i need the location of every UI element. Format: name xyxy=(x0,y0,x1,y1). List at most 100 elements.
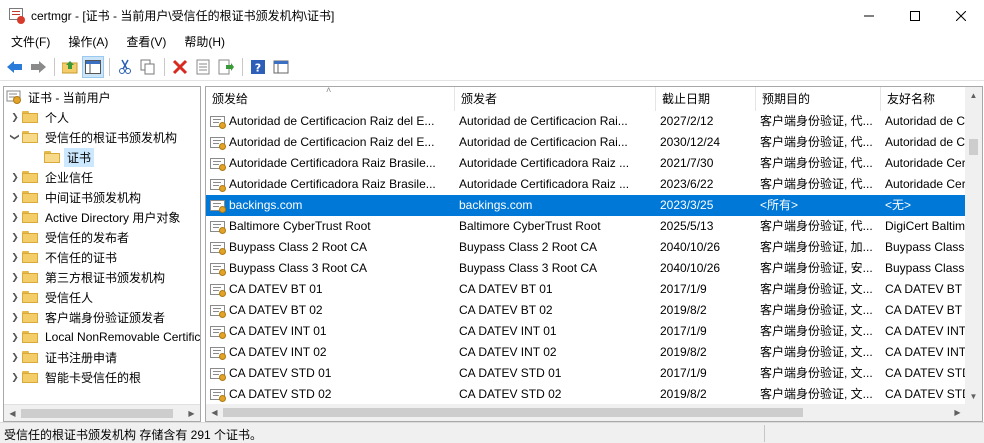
table-cell: Autoridad de Certificacion Raiz del E... xyxy=(206,132,455,153)
table-row[interactable]: Baltimore CyberTrust Root Baltimore Cyber… xyxy=(206,216,966,237)
show-hide-tree-button[interactable] xyxy=(82,56,104,78)
tree-item-trusted-publishers[interactable]: ❯ 受信任的发布者 xyxy=(8,227,132,247)
table-cell: backings.com xyxy=(459,198,533,212)
tree-horizontal-scrollbar[interactable]: ◀ ▶ xyxy=(4,404,200,421)
tree-item-trusted-people[interactable]: ❯ 受信任人 xyxy=(8,287,96,307)
column-issued-by[interactable]: 颁发者 xyxy=(455,87,656,111)
toolbar-separator xyxy=(54,58,55,76)
copy-button[interactable] xyxy=(137,56,159,78)
table-row[interactable]: CA DATEV INT 01 CA DATEV INT 01 2017/1/9 客户… xyxy=(206,321,966,342)
minimize-icon xyxy=(864,15,874,16)
tree-item-personal[interactable]: ❯ 个人 xyxy=(8,107,72,127)
menu-file[interactable]: 文件(F) xyxy=(2,31,59,54)
table-row[interactable]: backings.com backings.com 2023/3/25 <所有> <无> xyxy=(206,195,966,216)
scroll-up-icon[interactable]: ▲ xyxy=(965,87,982,104)
table-row[interactable]: CA DATEV BT 02 CA DATEV BT 02 2019/8/2 客户端身… xyxy=(206,300,966,321)
table-cell: 2040/10/26 xyxy=(660,240,721,254)
table-cell: 客户端身份验证, 代... xyxy=(760,114,873,128)
table-row[interactable]: Buypass Class 3 Root CA Buypass Class 3 R… xyxy=(206,258,966,279)
table-cell: Autoridade Certi xyxy=(885,156,966,170)
scroll-left-icon[interactable]: ◀ xyxy=(4,405,21,421)
chevron-right-icon[interactable]: ❯ xyxy=(8,207,22,227)
table-cell: CA DATEV STD 02 xyxy=(459,387,562,401)
table-cell: 2017/1/9 xyxy=(660,324,707,338)
tree-root[interactable]: 证书 - 当前用户 xyxy=(6,87,114,107)
scroll-thumb[interactable] xyxy=(21,409,173,418)
scroll-down-icon[interactable]: ▼ xyxy=(965,388,982,405)
maximize-icon xyxy=(910,10,920,21)
tree-item-intermediate-ca[interactable]: ❯ 中间证书颁发机构 xyxy=(8,187,144,207)
menu-help[interactable]: 帮助(H) xyxy=(175,31,234,54)
tree-item-label: 证书注册申请 xyxy=(45,350,118,365)
chevron-right-icon[interactable]: ❯ xyxy=(8,367,22,387)
back-button[interactable] xyxy=(4,56,26,78)
tree-item-enterprise-trust[interactable]: ❯ 企业信任 xyxy=(8,167,96,187)
chevron-right-icon[interactable]: ❯ xyxy=(8,267,22,287)
cell-text: Buypass Class 2 Root CA xyxy=(229,240,368,254)
chevron-right-icon[interactable]: ❯ xyxy=(8,247,22,267)
tree-item-enrollment-requests[interactable]: ❯ 证书注册申请 xyxy=(8,347,120,367)
tree-item-label: 受信任人 xyxy=(45,290,94,305)
scroll-thumb[interactable] xyxy=(969,139,978,155)
tree-item-smart-card-root[interactable]: ❯ 智能卡受信任的根 xyxy=(8,367,144,387)
table-row[interactable]: Buypass Class 2 Root CA Buypass Class 2 R… xyxy=(206,237,966,258)
table-row[interactable]: Autoridade Certificadora Raiz Brasile...… xyxy=(206,174,966,195)
table-cell: Autoridade Certificadora Raiz Brasile... xyxy=(206,174,455,195)
column-friendly-name[interactable]: 友好名称 xyxy=(881,87,966,111)
chevron-right-icon[interactable]: ❯ xyxy=(8,187,22,207)
menu-view[interactable]: 查看(V) xyxy=(117,31,175,54)
tree-item-trusted-root[interactable]: ❯ 受信任的根证书颁发机构 xyxy=(8,127,180,147)
tree-item-local-nonremovable[interactable]: ❯ Local NonRemovable Certificates xyxy=(8,327,200,347)
maximize-button[interactable] xyxy=(892,0,938,31)
chevron-right-icon[interactable]: ❯ xyxy=(8,227,22,247)
chevron-right-icon[interactable]: ❯ xyxy=(8,167,22,187)
chevron-right-icon[interactable]: ❯ xyxy=(8,347,22,367)
scroll-left-icon[interactable]: ◀ xyxy=(206,404,223,421)
help-button[interactable]: ? xyxy=(247,56,269,78)
column-issued-to[interactable]: ˄ 颁发给 xyxy=(206,87,455,111)
chevron-right-icon[interactable]: ❯ xyxy=(8,327,22,347)
tree-item-active-directory[interactable]: ❯ Active Directory 用户对象 xyxy=(8,207,183,227)
up-level-button[interactable] xyxy=(59,56,81,78)
close-button[interactable] xyxy=(938,0,984,31)
tree-item-untrusted[interactable]: ❯ 不信任的证书 xyxy=(8,247,120,267)
column-expiration[interactable]: 截止日期 xyxy=(656,87,756,111)
window-title: certmgr - [证书 - 当前用户\受信任的根证书颁发机构\证书] xyxy=(31,9,335,23)
show-hide-tree-icon xyxy=(85,60,101,74)
export-list-button[interactable] xyxy=(215,56,237,78)
tree-item-certificates[interactable]: 证书 xyxy=(44,147,95,167)
table-cell: Autoridade Certi xyxy=(885,177,966,191)
delete-button[interactable] xyxy=(169,56,191,78)
up-folder-icon xyxy=(62,61,78,74)
list-vertical-scrollbar[interactable]: ▲ ▼ xyxy=(965,87,982,405)
table-row[interactable]: CA DATEV STD 02 CA DATEV STD 02 2019/8/2 客户… xyxy=(206,384,966,405)
tree-item-third-party-root[interactable]: ❯ 第三方根证书颁发机构 xyxy=(8,267,168,287)
table-cell: 2023/6/22 xyxy=(660,177,714,191)
table-row[interactable]: CA DATEV INT 02 CA DATEV INT 02 2019/8/2 客户… xyxy=(206,342,966,363)
list-horizontal-scrollbar[interactable]: ◀ ▶ xyxy=(206,404,966,421)
table-row[interactable]: Autoridad de Certificacion Raiz del E...… xyxy=(206,132,966,153)
cut-button[interactable] xyxy=(114,56,136,78)
forward-button[interactable] xyxy=(27,56,49,78)
menu-action[interactable]: 操作(A) xyxy=(59,31,117,54)
table-row[interactable]: Autoridad de Certificacion Raiz del E...… xyxy=(206,111,966,132)
chevron-right-icon[interactable]: ❯ xyxy=(8,287,22,307)
console-button[interactable] xyxy=(270,56,292,78)
table-row[interactable]: Autoridade Certificadora Raiz Brasile...… xyxy=(206,153,966,174)
scroll-right-icon[interactable]: ▶ xyxy=(949,404,966,421)
minimize-button[interactable] xyxy=(846,0,892,31)
chevron-right-icon[interactable]: ❯ xyxy=(8,307,22,327)
chevron-right-icon[interactable]: ❯ xyxy=(8,107,22,127)
cell-text: Autoridade Certificadora Raiz Brasile... xyxy=(229,177,436,191)
scroll-right-icon[interactable]: ▶ xyxy=(183,405,200,421)
table-row[interactable]: CA DATEV STD 01 CA DATEV STD 01 2017/1/9 客户… xyxy=(206,363,966,384)
tree-item-label: 证书 xyxy=(64,147,95,167)
tree-item-client-auth-issuers[interactable]: ❯ 客户端身份验证颁发者 xyxy=(8,307,168,327)
cell-text: Buypass Class 3 Root CA xyxy=(229,261,368,275)
column-purposes[interactable]: 预期目的 xyxy=(756,87,881,111)
certificate-icon xyxy=(210,304,226,318)
table-row[interactable]: CA DATEV BT 01 CA DATEV BT 01 2017/1/9 客户端身… xyxy=(206,279,966,300)
menu-bar: 文件(F) 操作(A) 查看(V) 帮助(H) xyxy=(0,31,984,54)
scroll-thumb[interactable] xyxy=(223,408,803,417)
properties-button[interactable] xyxy=(192,56,214,78)
